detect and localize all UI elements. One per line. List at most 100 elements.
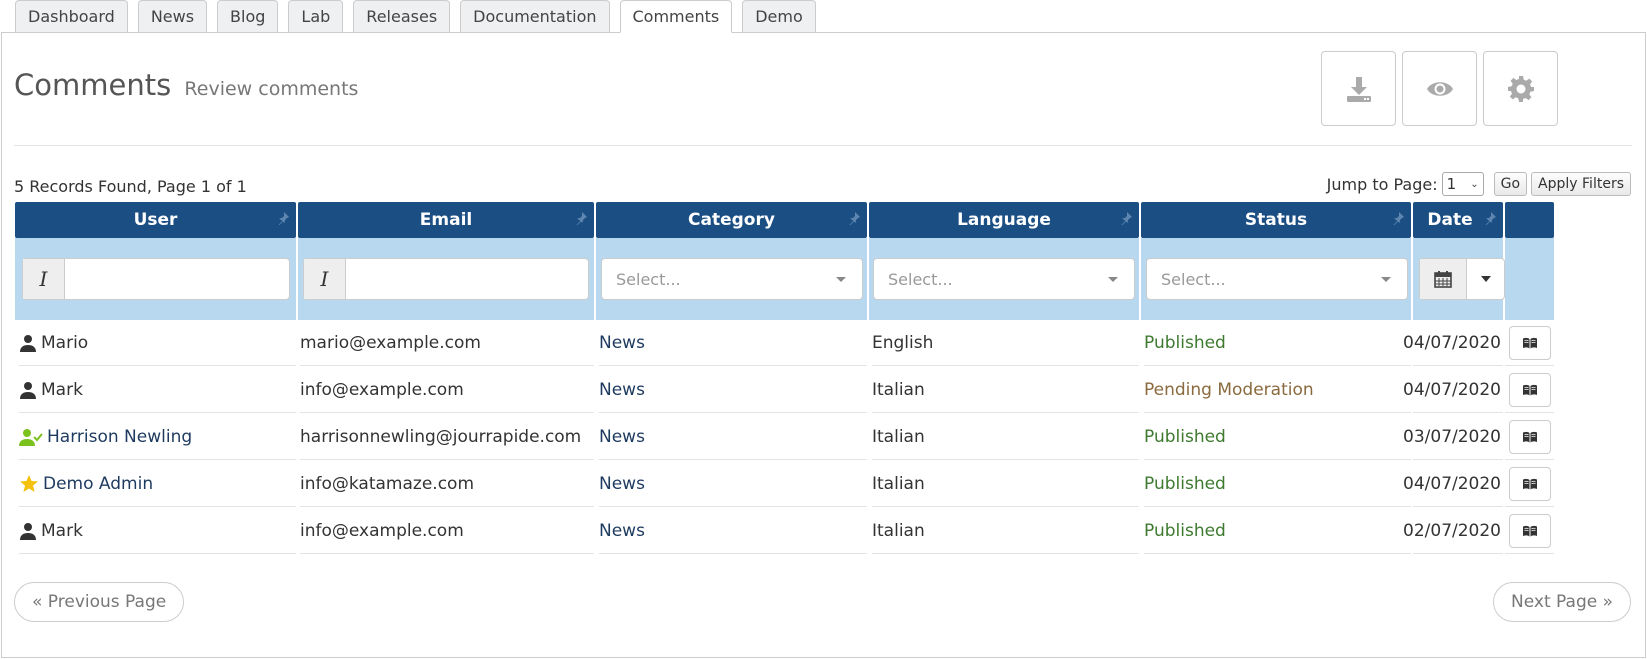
date-cell: 04/07/2020 xyxy=(1403,461,1503,507)
pin-icon[interactable] xyxy=(1391,211,1405,225)
email-filter-input[interactable] xyxy=(346,259,588,299)
category-filter-select[interactable]: Select... xyxy=(601,258,863,300)
view-comment-button[interactable] xyxy=(1508,325,1551,360)
language-filter-select[interactable]: Select... xyxy=(873,258,1135,300)
page-title: Comments Review comments xyxy=(14,68,358,102)
category-cell[interactable]: News xyxy=(599,367,867,413)
tab-lab[interactable]: Lab xyxy=(288,0,344,32)
category-cell[interactable]: News xyxy=(599,320,867,366)
calendar-icon xyxy=(1434,271,1452,288)
action-cell xyxy=(1505,320,1554,366)
italic-toggle-button[interactable]: I xyxy=(23,259,65,299)
calendar-button[interactable] xyxy=(1420,259,1467,299)
page-select-value: 1 xyxy=(1446,175,1457,193)
action-cell xyxy=(1505,367,1554,413)
action-cell xyxy=(1505,461,1554,507)
previous-page-button[interactable]: « Previous Page xyxy=(14,582,185,622)
email-cell: info@katamaze.com xyxy=(300,461,594,507)
preview-button[interactable] xyxy=(1402,51,1477,126)
tab-dashboard[interactable]: Dashboard xyxy=(15,0,128,32)
column-header-email[interactable]: Email xyxy=(298,202,594,238)
date-cell: 04/07/2020 xyxy=(1403,367,1503,413)
filter-cell-date xyxy=(1413,238,1505,320)
category-cell[interactable]: News xyxy=(599,414,867,460)
user-name: Mario xyxy=(41,332,89,353)
book-icon xyxy=(1522,431,1537,442)
user-icon xyxy=(20,381,36,399)
action-cell xyxy=(1505,508,1554,554)
language-cell: Italian xyxy=(872,508,1139,554)
view-comment-button[interactable] xyxy=(1508,372,1551,407)
next-page-button[interactable]: Next Page » xyxy=(1493,582,1631,622)
category-cell[interactable]: News xyxy=(599,508,867,554)
status-filter-select[interactable]: Select... xyxy=(1146,258,1408,300)
column-label: Language xyxy=(957,210,1051,230)
jump-label: Jump to Page: xyxy=(1326,174,1438,194)
user-cell[interactable]: Mario xyxy=(19,320,296,366)
email-cell: mario@example.com xyxy=(300,320,594,366)
pin-icon[interactable] xyxy=(1483,211,1497,225)
user-cell[interactable]: Demo Admin xyxy=(19,461,296,507)
page-subtitle: Review comments xyxy=(184,78,359,100)
page-title-text: Comments xyxy=(14,68,172,102)
column-header-actions xyxy=(1505,202,1554,238)
language-cell: Italian xyxy=(872,367,1139,413)
user-filter: I xyxy=(22,258,290,300)
italic-toggle-button[interactable]: I xyxy=(304,259,346,299)
date-cell: 04/07/2020 xyxy=(1403,320,1503,366)
status-filter-placeholder: Select... xyxy=(1161,269,1226,289)
filter-cell-user: I xyxy=(15,238,296,320)
jump-to-page: Jump to Page: 1 ⌄ Go Apply Filters xyxy=(1327,172,1631,196)
user-cell[interactable]: Harrison Newling xyxy=(19,414,296,460)
tab-documentation[interactable]: Documentation xyxy=(460,0,610,32)
column-header-category[interactable]: Category xyxy=(596,202,867,238)
view-comment-button[interactable] xyxy=(1508,513,1551,548)
pin-icon[interactable] xyxy=(276,211,290,225)
pin-icon[interactable] xyxy=(574,211,588,225)
table-row: Mark info@example.com News Italian Publi… xyxy=(15,508,1647,555)
download-button[interactable] xyxy=(1321,51,1396,126)
pin-icon[interactable] xyxy=(847,211,861,225)
page-select[interactable]: 1 ⌄ xyxy=(1441,172,1484,196)
book-icon xyxy=(1522,337,1537,348)
eye-icon xyxy=(1426,81,1453,96)
settings-button[interactable] xyxy=(1483,51,1558,126)
view-comment-button[interactable] xyxy=(1508,466,1551,501)
tab-releases[interactable]: Releases xyxy=(353,0,451,32)
tab-news[interactable]: News xyxy=(137,0,208,32)
header-divider xyxy=(14,145,1632,146)
status-cell: Published xyxy=(1144,461,1411,507)
date-filter xyxy=(1419,258,1505,300)
caret-down-icon xyxy=(1108,277,1118,282)
chevron-down-icon: ⌄ xyxy=(1470,178,1479,190)
status-cell: Pending Moderation xyxy=(1144,367,1411,413)
language-cell: Italian xyxy=(872,414,1139,460)
download-icon xyxy=(1346,76,1371,102)
date-dropdown-button[interactable] xyxy=(1467,259,1504,299)
tab-demo[interactable]: Demo xyxy=(742,0,816,32)
book-icon xyxy=(1522,525,1537,536)
column-label: Status xyxy=(1244,210,1308,230)
user-cell[interactable]: Mark xyxy=(19,367,296,413)
user-cell[interactable]: Mark xyxy=(19,508,296,554)
user-filter-input[interactable] xyxy=(65,259,289,299)
action-cell xyxy=(1505,414,1554,460)
filter-cell-category: Select... xyxy=(596,238,867,320)
tab-comments[interactable]: Comments xyxy=(619,0,733,33)
view-comment-button[interactable] xyxy=(1508,419,1551,454)
caret-down-icon xyxy=(836,277,846,282)
pin-icon[interactable] xyxy=(1119,211,1133,225)
email-filter: I xyxy=(303,258,589,300)
category-cell[interactable]: News xyxy=(599,461,867,507)
apply-filters-button[interactable]: Apply Filters xyxy=(1531,172,1631,196)
tab-blog[interactable]: Blog xyxy=(217,0,279,32)
table-row: Mark info@example.com News Italian Pendi… xyxy=(15,367,1647,414)
column-label: Category xyxy=(688,210,775,230)
status-cell: Published xyxy=(1144,414,1411,460)
go-button[interactable]: Go xyxy=(1493,172,1528,196)
column-header-language[interactable]: Language xyxy=(869,202,1139,238)
column-header-status[interactable]: Status xyxy=(1141,202,1411,238)
column-header-date[interactable]: Date xyxy=(1413,202,1503,238)
records-count: 5 Records Found, Page 1 of 1 xyxy=(14,177,247,196)
column-header-user[interactable]: User xyxy=(15,202,296,238)
